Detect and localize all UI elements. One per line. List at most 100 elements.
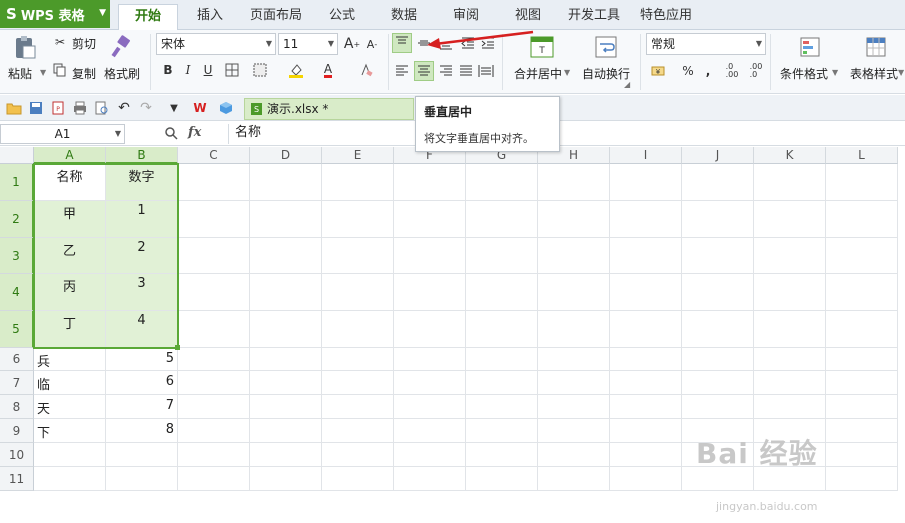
app-menu-button[interactable]: S WPS 表格 ▼ bbox=[0, 0, 110, 28]
cell-d3[interactable] bbox=[250, 238, 322, 274]
cell-l3[interactable] bbox=[826, 238, 898, 274]
comma-button[interactable]: , bbox=[698, 61, 718, 81]
cell-h7[interactable] bbox=[538, 371, 610, 395]
cell-k8[interactable] bbox=[754, 395, 826, 419]
wrap-text-button[interactable]: 自动换行 bbox=[582, 65, 630, 82]
column-header-e[interactable]: E bbox=[322, 147, 394, 164]
cell-f8[interactable] bbox=[394, 395, 466, 419]
conditional-format-button[interactable]: 条件格式 bbox=[780, 65, 828, 82]
align-center-icon[interactable] bbox=[414, 61, 434, 81]
increase-decimal-icon[interactable]: .0.00 bbox=[722, 61, 742, 81]
cell-c6[interactable] bbox=[178, 348, 250, 371]
distribute-icon[interactable] bbox=[476, 61, 496, 81]
italic-button[interactable]: I bbox=[178, 60, 198, 80]
print-preview-icon[interactable] bbox=[92, 98, 112, 118]
cell-d9[interactable] bbox=[250, 419, 322, 443]
column-header-k[interactable]: K bbox=[754, 147, 826, 164]
font-name-select[interactable]: 宋体 ▼ bbox=[156, 33, 276, 55]
cell-h1[interactable] bbox=[538, 164, 610, 201]
cell-b5[interactable]: 4 bbox=[106, 311, 178, 348]
increase-indent-icon[interactable] bbox=[478, 33, 498, 53]
tab-home[interactable]: 开始 bbox=[118, 4, 178, 30]
wrap-text-icon[interactable] bbox=[592, 33, 620, 61]
column-header-b[interactable]: B bbox=[106, 147, 178, 164]
cell-l11[interactable] bbox=[826, 467, 898, 491]
cell-j1[interactable] bbox=[682, 164, 754, 201]
copy-button[interactable]: 复制 bbox=[72, 65, 96, 82]
conditional-format-icon[interactable] bbox=[796, 33, 824, 61]
cell-g2[interactable] bbox=[466, 201, 538, 238]
cell-d5[interactable] bbox=[250, 311, 322, 348]
cell-c7[interactable] bbox=[178, 371, 250, 395]
merge-center-icon[interactable]: T bbox=[528, 33, 556, 61]
export-pdf-icon[interactable]: P bbox=[48, 98, 68, 118]
column-header-i[interactable]: I bbox=[610, 147, 682, 164]
cell-k1[interactable] bbox=[754, 164, 826, 201]
cell-f2[interactable] bbox=[394, 201, 466, 238]
cell-b4[interactable]: 3 bbox=[106, 274, 178, 311]
row-header-3[interactable]: 3 bbox=[0, 238, 34, 274]
cell-e10[interactable] bbox=[322, 443, 394, 467]
cell-i2[interactable] bbox=[610, 201, 682, 238]
column-header-d[interactable]: D bbox=[250, 147, 322, 164]
scissors-icon[interactable]: ✂ bbox=[52, 34, 68, 50]
cell-f3[interactable] bbox=[394, 238, 466, 274]
decrease-font-icon[interactable]: A- bbox=[362, 34, 382, 54]
cell-g3[interactable] bbox=[466, 238, 538, 274]
font-color-button[interactable]: A bbox=[318, 60, 338, 80]
cell-e11[interactable] bbox=[322, 467, 394, 491]
cell-i11[interactable] bbox=[610, 467, 682, 491]
chevron-down-icon[interactable]: ▼ bbox=[40, 68, 46, 77]
chevron-down-icon[interactable]: ▼ bbox=[832, 68, 838, 77]
cell-b9[interactable]: 8 bbox=[106, 419, 178, 443]
cell-h4[interactable] bbox=[538, 274, 610, 311]
fill-color-icon[interactable] bbox=[286, 60, 306, 80]
cell-c5[interactable] bbox=[178, 311, 250, 348]
cell-j8[interactable] bbox=[682, 395, 754, 419]
cell-l9[interactable] bbox=[826, 419, 898, 443]
cell-h9[interactable] bbox=[538, 419, 610, 443]
cell-f10[interactable] bbox=[394, 443, 466, 467]
cell-b3[interactable]: 2 bbox=[106, 238, 178, 274]
select-all-corner[interactable] bbox=[0, 147, 34, 164]
cell-a2[interactable]: 甲 bbox=[34, 201, 106, 238]
cell-g9[interactable] bbox=[466, 419, 538, 443]
cell-i9[interactable] bbox=[610, 419, 682, 443]
cell-c2[interactable] bbox=[178, 201, 250, 238]
cell-a9[interactable]: 下 bbox=[34, 419, 106, 443]
cell-g11[interactable] bbox=[466, 467, 538, 491]
cell-a8[interactable]: 天 bbox=[34, 395, 106, 419]
column-header-l[interactable]: L bbox=[826, 147, 898, 164]
percent-button[interactable]: % bbox=[678, 61, 698, 81]
cell-l5[interactable] bbox=[826, 311, 898, 348]
cell-a3[interactable]: 乙 bbox=[34, 238, 106, 274]
cell-k5[interactable] bbox=[754, 311, 826, 348]
cell-a11[interactable] bbox=[34, 467, 106, 491]
cell-k3[interactable] bbox=[754, 238, 826, 274]
column-header-a[interactable]: A bbox=[34, 147, 106, 164]
cell-i7[interactable] bbox=[610, 371, 682, 395]
cell-d8[interactable] bbox=[250, 395, 322, 419]
merge-center-button[interactable]: 合并居中 bbox=[514, 65, 562, 82]
cell-f1[interactable] bbox=[394, 164, 466, 201]
cell-i5[interactable] bbox=[610, 311, 682, 348]
cell-l8[interactable] bbox=[826, 395, 898, 419]
cell-g6[interactable] bbox=[466, 348, 538, 371]
chevron-down-icon[interactable]: ▼ bbox=[898, 68, 904, 77]
cell-k2[interactable] bbox=[754, 201, 826, 238]
table-style-button[interactable]: 表格样式 bbox=[850, 65, 898, 82]
cell-d6[interactable] bbox=[250, 348, 322, 371]
wps-w-icon[interactable]: W bbox=[190, 98, 210, 118]
cell-a10[interactable] bbox=[34, 443, 106, 467]
align-left-icon[interactable] bbox=[392, 61, 412, 81]
insert-function-button[interactable]: fx bbox=[188, 125, 201, 140]
cell-g1[interactable] bbox=[466, 164, 538, 201]
cell-f5[interactable] bbox=[394, 311, 466, 348]
decrease-indent-icon[interactable] bbox=[458, 33, 478, 53]
align-middle-icon[interactable] bbox=[414, 33, 434, 53]
cell-g8[interactable] bbox=[466, 395, 538, 419]
cell-l4[interactable] bbox=[826, 274, 898, 311]
cell-b2[interactable]: 1 bbox=[106, 201, 178, 238]
cell-l2[interactable] bbox=[826, 201, 898, 238]
copy-icon[interactable] bbox=[52, 62, 68, 78]
